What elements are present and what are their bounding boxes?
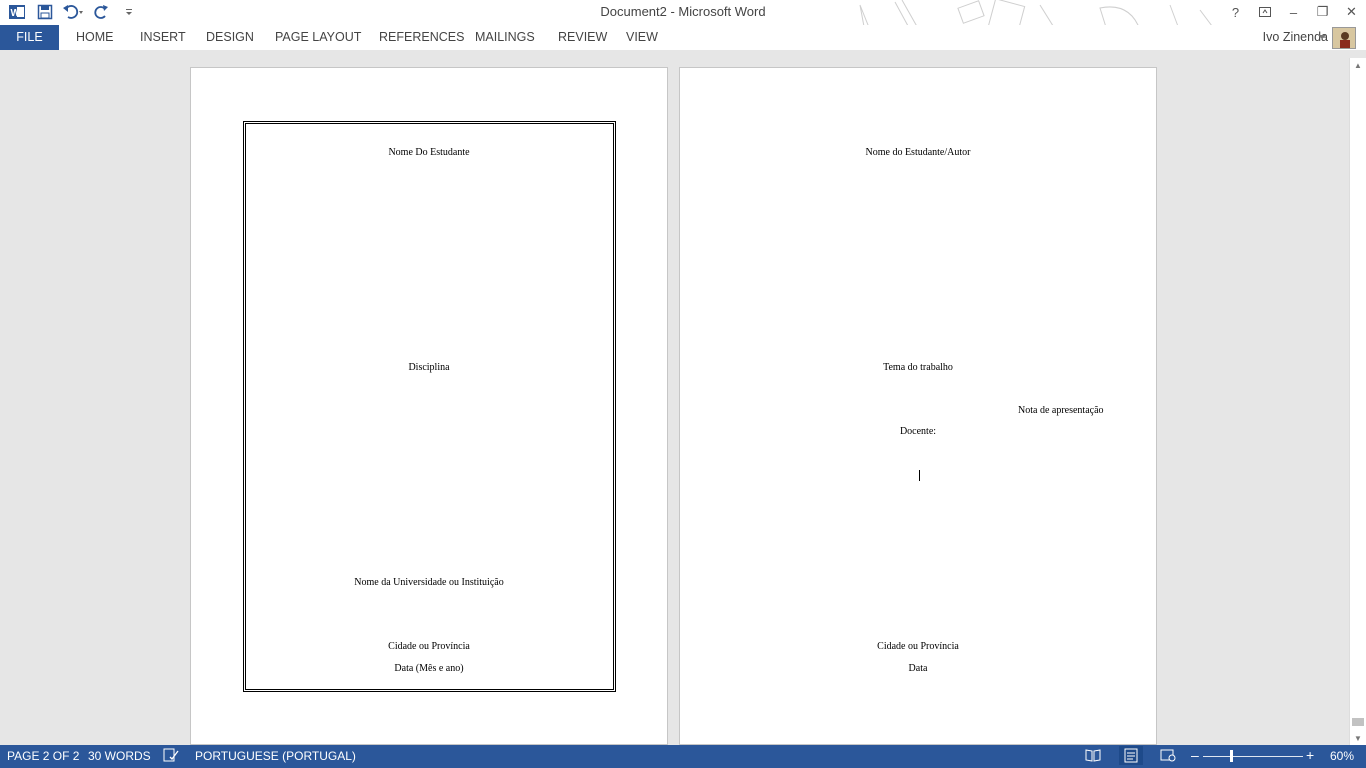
zoom-level[interactable]: 60% — [1330, 749, 1354, 763]
print-layout-icon[interactable] — [1119, 746, 1143, 765]
tab-view[interactable]: VIEW — [626, 25, 658, 50]
city-text[interactable]: Cidade ou Província — [680, 641, 1156, 652]
zoom-in-button[interactable]: + — [1306, 747, 1314, 763]
ribbon-tabs: FILE HOME INSERT DESIGN PAGE LAYOUT REFE… — [0, 25, 1366, 50]
document-workspace: Nome Do Estudante Disciplina Nome da Uni… — [0, 50, 1349, 745]
ribbon-display-options-icon[interactable] — [1250, 0, 1279, 24]
page-count[interactable]: PAGE 2 OF 2 — [7, 749, 79, 763]
zoom-slider-thumb[interactable] — [1230, 750, 1233, 762]
tab-design[interactable]: DESIGN — [206, 25, 254, 50]
word-count[interactable]: 30 WORDS — [88, 749, 151, 763]
close-button[interactable]: ✕ — [1337, 0, 1366, 24]
status-bar: PAGE 2 OF 2 30 WORDS PORTUGUESE (PORTUGA… — [0, 745, 1366, 768]
avatar[interactable] — [1332, 27, 1356, 49]
document-page-2[interactable]: Nome do Estudante/Autor Tema do trabalho… — [679, 67, 1157, 745]
tab-file[interactable]: FILE — [0, 25, 59, 50]
minimize-button[interactable]: – — [1279, 0, 1308, 24]
date-text[interactable]: Data (Mês e ano) — [191, 663, 667, 674]
presentation-note-text[interactable]: Nota de apresentação — [1018, 405, 1148, 416]
read-mode-icon[interactable] — [1085, 748, 1101, 765]
vertical-scrollbar[interactable]: ▲ ▼ — [1349, 58, 1366, 745]
student-name-text[interactable]: Nome Do Estudante — [191, 147, 667, 158]
tab-mailings[interactable]: MAILINGS — [475, 25, 535, 50]
document-page-1[interactable]: Nome Do Estudante Disciplina Nome da Uni… — [190, 67, 668, 745]
zoom-slider[interactable] — [1203, 756, 1303, 757]
topic-text[interactable]: Tema do trabalho — [680, 362, 1156, 373]
tab-references[interactable]: REFERENCES — [379, 25, 464, 50]
author-name-text[interactable]: Nome do Estudante/Autor — [680, 147, 1156, 158]
help-button[interactable]: ? — [1221, 0, 1250, 24]
tab-insert[interactable]: INSERT — [140, 25, 186, 50]
account-dropdown-icon[interactable] — [1318, 34, 1326, 40]
scroll-down-icon[interactable]: ▼ — [1350, 731, 1366, 745]
window-controls: ? – ❐ ✕ — [1221, 0, 1366, 24]
web-layout-icon[interactable] — [1160, 748, 1176, 765]
teacher-text[interactable]: Docente: — [680, 426, 1156, 437]
proofing-icon[interactable] — [163, 748, 179, 765]
city-text[interactable]: Cidade ou Província — [191, 641, 667, 652]
subject-text[interactable]: Disciplina — [191, 362, 667, 373]
tab-home[interactable]: HOME — [76, 25, 114, 50]
title-bar: W Document2 - Microsoft Word ? – ❐ ✕ — [0, 0, 1366, 49]
tab-page-layout[interactable]: PAGE LAYOUT — [275, 25, 361, 50]
page-border — [243, 121, 616, 692]
scroll-thumb[interactable] — [1352, 718, 1364, 726]
language-indicator[interactable]: PORTUGUESE (PORTUGAL) — [195, 749, 356, 763]
date-text[interactable]: Data — [680, 663, 1156, 674]
scroll-up-icon[interactable]: ▲ — [1350, 58, 1366, 72]
zoom-out-button[interactable]: – — [1191, 747, 1199, 763]
institution-text[interactable]: Nome da Universidade ou Instituição — [191, 577, 667, 588]
tab-review[interactable]: REVIEW — [558, 25, 607, 50]
restore-button[interactable]: ❐ — [1308, 0, 1337, 24]
text-cursor — [919, 470, 920, 481]
